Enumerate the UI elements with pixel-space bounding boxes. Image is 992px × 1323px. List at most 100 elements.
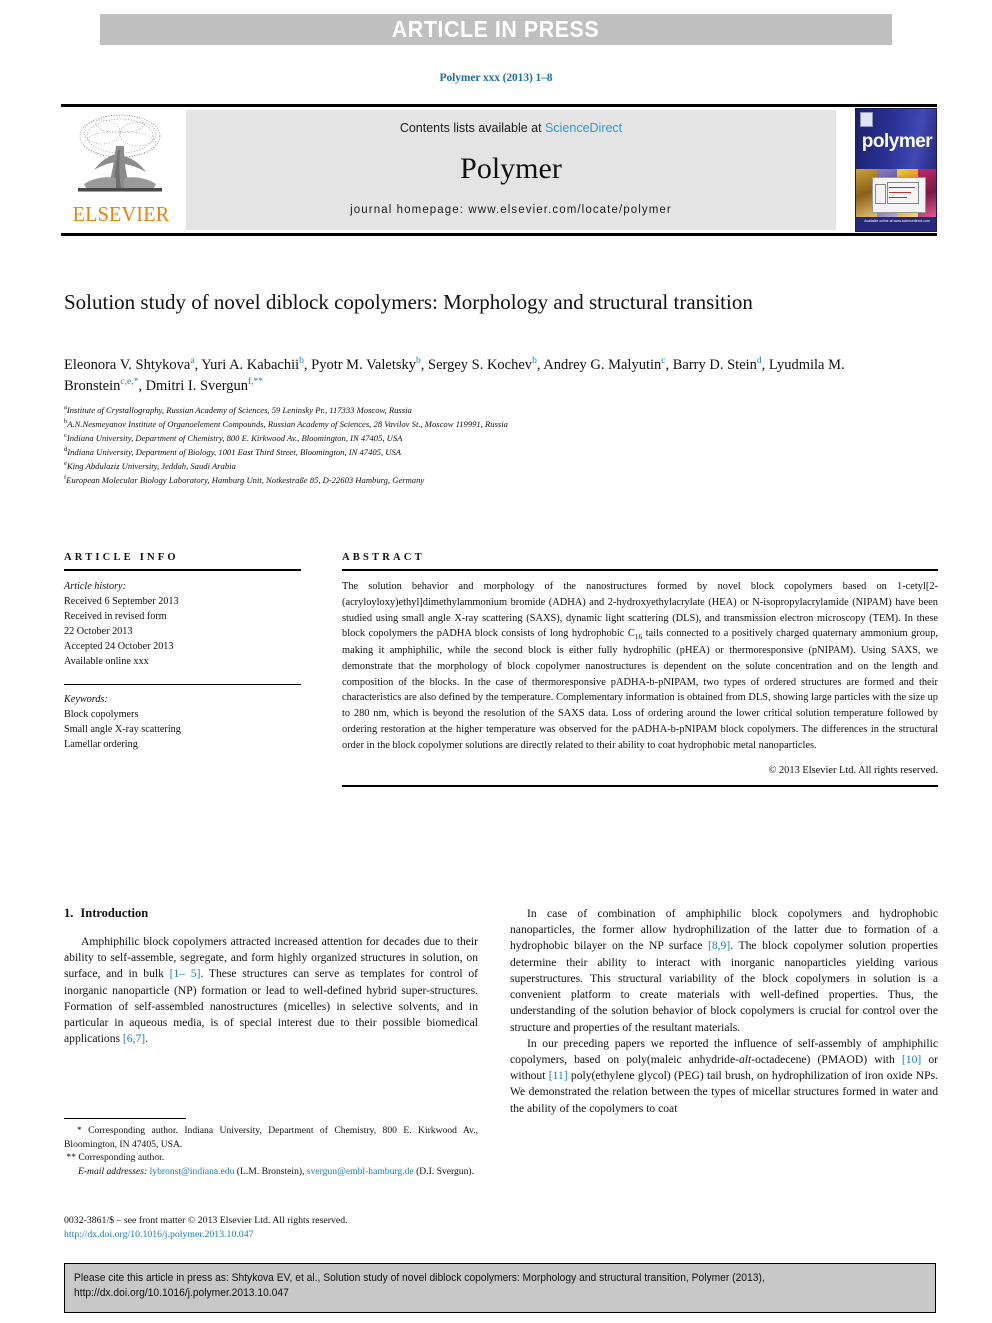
- intro-p1-c: .: [145, 1032, 149, 1046]
- contents-list-line: Contents lists available at ScienceDirec…: [186, 121, 836, 135]
- abstract-end-rule: [342, 784, 938, 787]
- issn-text: 0032-3861/$ – see front matter © 2013 El…: [64, 1215, 348, 1226]
- author-affiliation-mark: c,e,*: [120, 377, 139, 388]
- author-name: Sergey S. Kochev: [428, 357, 533, 373]
- abstract-heading: ABSTRACT: [342, 552, 425, 563]
- elsevier-logo: ELSEVIER: [66, 110, 174, 230]
- footnote-emails: E-mail addresses: lybronst@indiana.edu (…: [64, 1165, 478, 1179]
- body-column-right: In case of combination of amphiphilic bl…: [510, 906, 938, 1117]
- affiliation-item: eKing Abdulaziz University, Jeddah, Saud…: [64, 460, 884, 474]
- keyword-item: Small angle X-ray scattering: [64, 723, 181, 735]
- footnote-block: * Corresponding author. Indiana Universi…: [64, 1118, 478, 1178]
- elsevier-tree-icon: [78, 114, 162, 192]
- affiliation-item: fEuropean Molecular Biology Laboratory, …: [64, 474, 884, 488]
- email-owner-1: (L.M. Bronstein),: [234, 1165, 307, 1177]
- footnote-star-text: Corresponding author. Indiana University…: [64, 1125, 479, 1150]
- contents-prefix: Contents lists available at: [399, 121, 546, 135]
- cover-badge-icon: [860, 112, 873, 127]
- citation-footer-box: Please cite this article in press as: Sh…: [64, 1263, 936, 1313]
- citation-ref-8-9[interactable]: [8,9]: [708, 939, 730, 952]
- intro-p3-alt: alt: [738, 1052, 752, 1066]
- author-name: Eleonora V. Shtykova: [64, 357, 191, 373]
- section-title: Introduction: [80, 906, 149, 920]
- masthead-top-rule: [61, 104, 937, 107]
- article-info-block: ARTICLE INFO Article history: Received 6…: [64, 552, 301, 752]
- author-affiliation-mark: c: [661, 356, 666, 367]
- author-affiliation-mark: a: [190, 356, 195, 367]
- cover-footer-text: Available online at www.sciencedirect.co…: [864, 219, 930, 223]
- footnote-dstar-mark: **: [66, 1152, 76, 1164]
- history-item: Received 6 September 2013: [64, 596, 179, 608]
- masthead-center-band: Contents lists available at ScienceDirec…: [186, 110, 836, 230]
- article-history: Article history: Received 6 September 20…: [64, 579, 301, 670]
- intro-paragraph-1: Amphiphilic block copolymers attracted i…: [64, 934, 478, 1048]
- email-link-svergun[interactable]: svergun@embl-hamburg.de: [307, 1166, 414, 1177]
- email-link-bronstein[interactable]: lybronst@indiana.edu: [150, 1166, 235, 1177]
- footnote-dstar-text: Corresponding author.: [76, 1152, 165, 1164]
- citation-ref-10[interactable]: [10]: [902, 1053, 921, 1066]
- affiliation-text: A.N.Nesmeyanov Institute of Organoelemen…: [67, 418, 508, 429]
- author-list: Eleonora V. Shtykovaa, Yuri A. Kabachiib…: [64, 356, 845, 395]
- history-item: 22 October 2013: [64, 626, 133, 638]
- article-info-rule: [64, 569, 301, 571]
- citation-ref-1-5[interactable]: [1– 5]: [170, 967, 201, 980]
- affiliation-item: dIndiana University, Department of Biolo…: [64, 446, 884, 460]
- sciencedirect-link[interactable]: ScienceDirect: [545, 121, 622, 135]
- abstract-rule: [342, 569, 938, 571]
- email-addresses-label: E-mail addresses:: [78, 1165, 148, 1177]
- intro-p2-b: . The block copolymer solution propertie…: [510, 939, 938, 1034]
- intro-p3-d: poly(ethylene glycol) (PEG) tail brush, …: [510, 1069, 939, 1115]
- body-column-left: 1. Introduction Amphiphilic block copolym…: [64, 906, 478, 1048]
- history-item: Received in revised form: [64, 611, 167, 623]
- abstract-text: The solution behavior and morphology of …: [342, 579, 938, 754]
- article-history-label: Article history:: [64, 581, 126, 592]
- issn-block: 0032-3861/$ – see front matter © 2013 El…: [64, 1214, 478, 1242]
- citation-footer-text: Please cite this article in press as: Sh…: [74, 1272, 765, 1300]
- author-name: Andrey G. Malyutin: [543, 357, 662, 373]
- keyword-list: Keywords: Block copolymers Small angle X…: [64, 692, 301, 752]
- section-number: 1.: [64, 906, 74, 920]
- affiliation-text: Indiana University, Department of Chemis…: [66, 432, 403, 443]
- citation-ref-6-7[interactable]: [6,7]: [123, 1032, 145, 1045]
- elsevier-wordmark: ELSEVIER: [72, 202, 170, 226]
- section-heading-introduction: 1. Introduction: [64, 906, 478, 921]
- affiliation-text: European Molecular Biology Laboratory, H…: [66, 474, 425, 485]
- abstract-block: ABSTRACT The solution behavior and morph…: [342, 552, 938, 787]
- history-item: Accepted 24 October 2013: [64, 641, 174, 653]
- cover-journal-wordmark: polymer: [861, 131, 933, 152]
- doi-link[interactable]: http://dx.doi.org/10.1016/j.polymer.2013…: [64, 1228, 478, 1242]
- affiliation-list: aInstitute of Crystallography, Russian A…: [64, 404, 884, 488]
- intro-paragraph-3: In our preceding papers we reported the …: [510, 1036, 938, 1117]
- affiliation-item: aInstitute of Crystallography, Russian A…: [64, 404, 884, 418]
- abstract-part-2: tails connected to a positively charged …: [342, 628, 938, 751]
- journal-masthead: ELSEVIER Contents lists available at Sci…: [61, 104, 937, 236]
- article-in-press-banner: ARTICLE IN PRESS: [100, 14, 892, 45]
- article-info-heading: ARTICLE INFO: [64, 552, 179, 563]
- journal-homepage-line[interactable]: journal homepage: www.elsevier.com/locat…: [186, 204, 836, 216]
- author-affiliation-mark: f,**: [248, 377, 264, 388]
- journal-cover-thumbnail: polymer Available online at www.scienced…: [855, 108, 937, 232]
- author-affiliation-mark: b: [416, 356, 421, 367]
- journal-title: Polymer: [460, 152, 562, 185]
- masthead-bottom-rule: [61, 233, 937, 236]
- affiliation-text: Institute of Crystallography, Russian Ac…: [66, 405, 412, 415]
- affiliation-item: cIndiana University, Department of Chemi…: [64, 432, 884, 446]
- article-title: Solution study of novel diblock copolyme…: [64, 290, 753, 314]
- running-head: Polymer xxx (2013) 1–8: [439, 72, 553, 84]
- intro-paragraph-2: In case of combination of amphiphilic bl…: [510, 906, 938, 1036]
- email-owner-2: (D.I. Svergun).: [413, 1165, 474, 1177]
- cover-inset-figure: [872, 177, 926, 213]
- citation-ref-11[interactable]: [11]: [549, 1069, 568, 1082]
- footnote-rule: [64, 1118, 186, 1119]
- affiliation-text: King Abdulaziz University, Jeddah, Saudi…: [66, 460, 236, 471]
- keyword-item: Lamellar ordering: [64, 738, 138, 750]
- keywords-label: Keywords:: [64, 693, 108, 705]
- keywords-rule: [64, 683, 301, 685]
- author-name: Dmitri I. Svergun: [145, 378, 249, 395]
- affiliation-text: Indiana University, Department of Biolog…: [67, 446, 402, 457]
- history-item: Available online xxx: [64, 656, 149, 668]
- author-name: Barry D. Stein: [672, 357, 757, 373]
- abstract-copyright: © 2013 Elsevier Ltd. All rights reserved…: [768, 764, 939, 776]
- author-affiliation-mark: d: [756, 356, 762, 367]
